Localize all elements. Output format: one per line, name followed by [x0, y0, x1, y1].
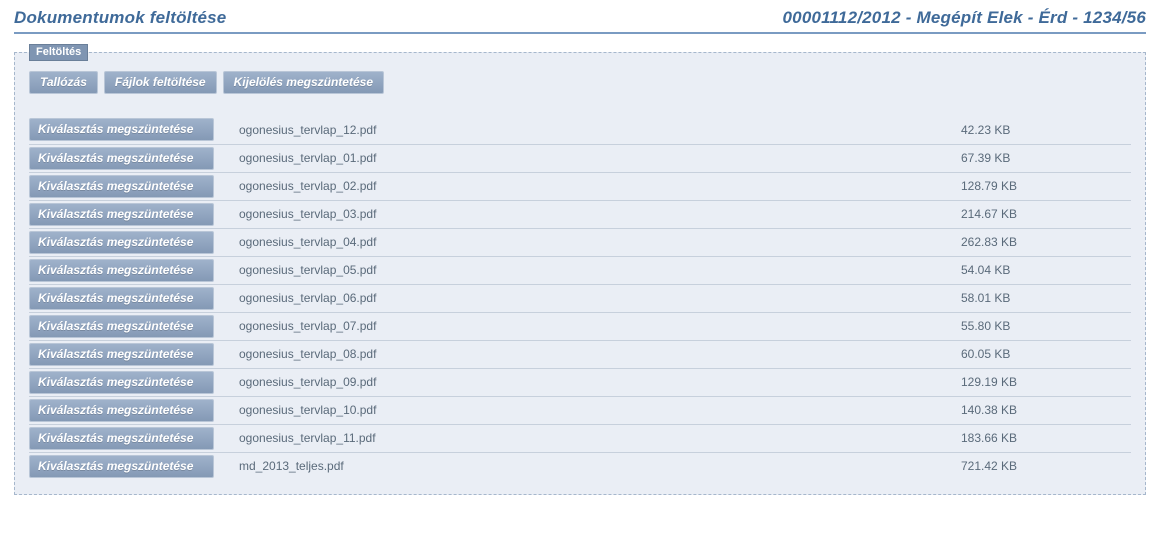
file-size: 129.19 KB — [961, 368, 1131, 396]
file-size: 128.79 KB — [961, 172, 1131, 200]
remove-file-button[interactable]: Kiválasztás megszüntetése — [29, 287, 214, 310]
file-size: 60.05 KB — [961, 340, 1131, 368]
upload-panel-label: Feltöltés — [29, 44, 88, 61]
remove-file-button[interactable]: Kiválasztás megszüntetése — [29, 315, 214, 338]
file-row: Kiválasztás megszüntetése ogonesius_tervl… — [29, 116, 1131, 144]
upload-panel: Feltöltés Tallózás Fájlok feltöltése Kij… — [14, 52, 1146, 495]
file-row: Kiválasztás megszüntetése ogonesius_tervl… — [29, 172, 1131, 200]
remove-file-button[interactable]: Kiválasztás megszüntetése — [29, 455, 214, 478]
file-name: ogonesius_tervlap_10.pdf — [239, 403, 376, 417]
file-name: ogonesius_tervlap_03.pdf — [239, 207, 376, 221]
remove-file-button[interactable]: Kiválasztás megszüntetése — [29, 147, 214, 170]
remove-file-button[interactable]: Kiválasztás megszüntetése — [29, 231, 214, 254]
file-size: 54.04 KB — [961, 256, 1131, 284]
remove-file-button[interactable]: Kiválasztás megszüntetése — [29, 343, 214, 366]
deselect-all-button[interactable]: Kijelölés megszüntetése — [223, 71, 384, 94]
file-row: Kiválasztás megszüntetése md_2013_teljes.… — [29, 452, 1131, 480]
remove-file-button[interactable]: Kiválasztás megszüntetése — [29, 118, 214, 141]
page-header: Dokumentumok feltöltése 00001112/2012 - … — [14, 6, 1146, 34]
file-name: ogonesius_tervlap_11.pdf — [239, 431, 376, 445]
file-size: 214.67 KB — [961, 200, 1131, 228]
file-row: Kiválasztás megszüntetése ogonesius_tervl… — [29, 368, 1131, 396]
remove-file-button[interactable]: Kiválasztás megszüntetése — [29, 203, 214, 226]
file-name: ogonesius_tervlap_06.pdf — [239, 291, 376, 305]
browse-button[interactable]: Tallózás — [29, 71, 98, 94]
file-name: ogonesius_tervlap_12.pdf — [239, 123, 376, 137]
file-row: Kiválasztás megszüntetése ogonesius_tervl… — [29, 312, 1131, 340]
file-name: ogonesius_tervlap_08.pdf — [239, 347, 376, 361]
file-name: md_2013_teljes.pdf — [239, 459, 344, 473]
case-identifier: 00001112/2012 - Megépít Elek - Érd - 123… — [783, 8, 1146, 28]
remove-file-button[interactable]: Kiválasztás megszüntetése — [29, 259, 214, 282]
remove-file-button[interactable]: Kiválasztás megszüntetése — [29, 175, 214, 198]
file-size: 721.42 KB — [961, 452, 1131, 480]
file-row: Kiválasztás megszüntetése ogonesius_tervl… — [29, 284, 1131, 312]
file-size: 67.39 KB — [961, 144, 1131, 172]
file-row: Kiválasztás megszüntetése ogonesius_tervl… — [29, 340, 1131, 368]
page-title: Dokumentumok feltöltése — [14, 8, 226, 28]
upload-toolbar: Tallózás Fájlok feltöltése Kijelölés meg… — [29, 71, 1131, 94]
file-row: Kiválasztás megszüntetése ogonesius_tervl… — [29, 200, 1131, 228]
remove-file-button[interactable]: Kiválasztás megszüntetése — [29, 371, 214, 394]
remove-file-button[interactable]: Kiválasztás megszüntetése — [29, 399, 214, 422]
file-row: Kiválasztás megszüntetése ogonesius_tervl… — [29, 256, 1131, 284]
file-row: Kiválasztás megszüntetése ogonesius_tervl… — [29, 424, 1131, 452]
file-size: 58.01 KB — [961, 284, 1131, 312]
file-name: ogonesius_tervlap_02.pdf — [239, 179, 376, 193]
file-size: 262.83 KB — [961, 228, 1131, 256]
file-row: Kiválasztás megszüntetése ogonesius_tervl… — [29, 396, 1131, 424]
file-size: 183.66 KB — [961, 424, 1131, 452]
remove-file-button[interactable]: Kiválasztás megszüntetése — [29, 427, 214, 450]
upload-files-button[interactable]: Fájlok feltöltése — [104, 71, 217, 94]
file-name: ogonesius_tervlap_07.pdf — [239, 319, 376, 333]
file-list: Kiválasztás megszüntetése ogonesius_tervl… — [29, 116, 1131, 480]
file-size: 140.38 KB — [961, 396, 1131, 424]
file-row: Kiválasztás megszüntetése ogonesius_tervl… — [29, 144, 1131, 172]
file-size: 42.23 KB — [961, 116, 1131, 144]
file-name: ogonesius_tervlap_04.pdf — [239, 235, 376, 249]
file-name: ogonesius_tervlap_05.pdf — [239, 263, 376, 277]
file-name: ogonesius_tervlap_01.pdf — [239, 151, 376, 165]
file-size: 55.80 KB — [961, 312, 1131, 340]
file-name: ogonesius_tervlap_09.pdf — [239, 375, 376, 389]
file-row: Kiválasztás megszüntetése ogonesius_tervl… — [29, 228, 1131, 256]
